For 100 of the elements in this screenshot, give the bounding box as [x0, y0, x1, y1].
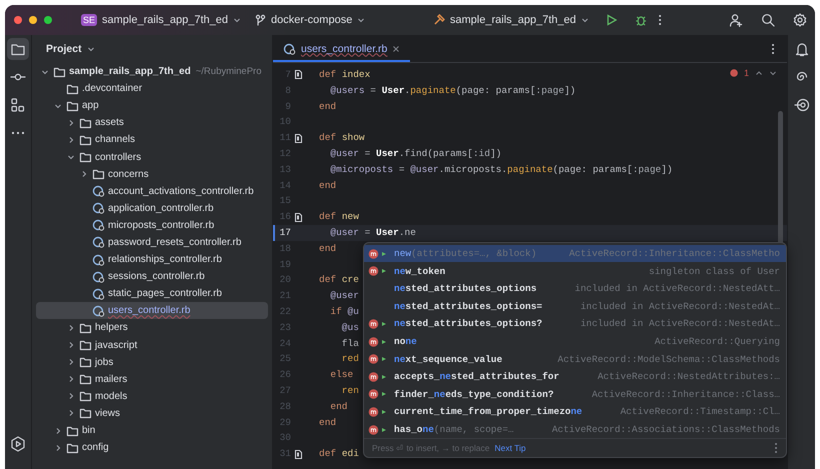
completion-item[interactable]: finder_needs_type_condition? ActiveRecord::Inheritance::Class… [364, 386, 786, 404]
completion-item[interactable]: new(attributes=…, &block) ActiveRecord::Inheritance::ClassMetho [364, 244, 786, 262]
run-icon[interactable] [605, 14, 617, 26]
folder-icon [79, 373, 92, 386]
folder-icon [79, 356, 92, 368]
tree-item[interactable]: .devcontainer [36, 80, 268, 98]
search-icon[interactable] [761, 13, 775, 27]
chevron-down-icon [233, 16, 241, 24]
code-line: def cre [318, 273, 359, 288]
code-line: else [329, 368, 354, 382]
line-number: 17 [273, 224, 291, 241]
chevron-up-icon[interactable] [755, 69, 763, 77]
tree-item[interactable]: channels [36, 131, 268, 148]
type-hint: included in ActiveRecord::NestedAt… [579, 300, 780, 312]
code-line: fla [340, 336, 359, 351]
panel-title[interactable]: Project [46, 43, 95, 55]
code-line: @us [340, 320, 359, 335]
more-icon[interactable] [658, 14, 662, 26]
path-hint: ~/RubyminePro [196, 66, 262, 78]
tree-item[interactable]: bin [36, 422, 268, 440]
problem-count[interactable]: 1 [744, 68, 749, 78]
tree-item[interactable]: sample_rails_app_7th_ed ~/RubyminePro [36, 63, 268, 80]
completion-item[interactable]: current_time_from_proper_timezone ActiveRecord::Timestamp::Cl… [364, 403, 786, 421]
ruby-file-icon [92, 304, 105, 317]
tree-item[interactable]: concerns [36, 166, 268, 183]
folder-icon [66, 424, 79, 437]
tree-item[interactable]: static_pages_controller.rb [36, 285, 268, 302]
tree-item[interactable]: relationships_controller.rb [36, 251, 268, 268]
next-tip-link[interactable]: Next Tip [494, 443, 526, 454]
tree-item[interactable]: assets [36, 114, 268, 132]
hint-text: Press ⏎ to insert, → to replace [372, 443, 490, 454]
code-line: if @u [329, 304, 359, 319]
completion-item[interactable]: new_token singleton class of User [364, 262, 786, 280]
tree-item[interactable]: mailers [36, 370, 268, 388]
ruby-file-icon [92, 185, 105, 198]
chevron-down-icon [357, 16, 366, 24]
code-line: @user = User.find(params[:id]) [329, 146, 502, 161]
add-user-icon[interactable] [729, 13, 743, 27]
chevron-down-icon [581, 16, 589, 24]
minimize-button[interactable] [29, 16, 37, 24]
method-marker-icon[interactable] [294, 448, 302, 460]
code-line: @users = User.paginate(page: params[:page]) [329, 84, 576, 98]
editor-tab[interactable]: users_controller.rb [273, 35, 410, 62]
code-line: def edi [318, 447, 359, 462]
tree-item[interactable]: application_controller.rb [36, 200, 268, 217]
project-selector[interactable]: SE sample_rails_app_7th_ed [76, 11, 246, 29]
branch-selector[interactable]: docker-compose [250, 11, 370, 29]
completion-item[interactable]: nested_attributes_options? included in ActiveRecord::NestedAt… [364, 315, 786, 333]
completion-item[interactable]: nested_attributes_options included in ActiveRecord::NestedAtt… [364, 280, 786, 298]
tree-item[interactable]: config [36, 439, 268, 456]
tree-item[interactable]: app [36, 97, 268, 114]
debug-icon[interactable] [635, 14, 647, 26]
tree-item[interactable]: controllers [36, 148, 268, 166]
ruby-file-icon [92, 219, 105, 232]
type-hint: ActiveRecord::Associations::ClassMethods [550, 424, 780, 436]
method-marker-icon[interactable] [294, 69, 302, 80]
tree-item[interactable]: users_controller.rb [36, 302, 268, 320]
folder-icon [66, 100, 79, 112]
completion-item[interactable]: nested_attributes_options= included in ActiveRecord::NestedAt… [364, 298, 786, 316]
tree-item[interactable]: helpers [36, 319, 268, 336]
tree-item[interactable]: password_resets_controller.rb [36, 234, 268, 252]
close-icon[interactable] [392, 44, 400, 52]
chevron-down-icon[interactable] [769, 69, 777, 77]
folder-icon [79, 134, 92, 146]
method-marker-icon[interactable] [294, 212, 302, 223]
folder-icon [92, 168, 105, 180]
tree-item[interactable]: javascript [36, 336, 268, 354]
completion-item[interactable]: none ActiveRecord::Querying [364, 332, 786, 350]
ruby-file-icon [92, 270, 105, 283]
completion-item[interactable]: has_one(name, scope=… ActiveRecord::Associations::ClassMethods [364, 420, 786, 438]
maximize-button[interactable] [44, 16, 52, 24]
completion-item[interactable]: next_sequence_value ActiveRecord::ModelSchema::ClassMethods [364, 350, 786, 368]
type-hint: singleton class of User [648, 266, 780, 277]
type-hint: included in ActiveRecord::NestedAt… [579, 318, 780, 330]
type-hint: ActiveRecord::NestedAttributes:… [596, 371, 780, 382]
close-button[interactable] [14, 16, 22, 24]
tree-item[interactable]: views [36, 404, 268, 422]
folder-icon [79, 390, 92, 402]
tree-item[interactable]: account_activations_controller.rb [36, 182, 268, 200]
code-line: @user [329, 289, 359, 304]
ruby-file-icon [92, 254, 105, 266]
tree-item[interactable]: sessions_controller.rb [36, 268, 268, 286]
branch-icon [255, 14, 266, 26]
method-marker-icon[interactable] [294, 132, 302, 144]
more-icon[interactable] [771, 42, 775, 54]
code-line: end [329, 400, 348, 414]
tree-item[interactable]: microposts_controller.rb [36, 216, 268, 234]
error-icon[interactable] [730, 69, 738, 77]
tree-item[interactable]: jobs [36, 354, 268, 371]
completion-item[interactable]: accepts_nested_attributes_for ActiveRecord::NestedAttributes:… [364, 368, 786, 386]
run-config-selector[interactable]: sample_rails_app_7th_ed [428, 11, 594, 29]
folder-icon[interactable] [7, 38, 29, 60]
ruby-file-icon [283, 42, 296, 54]
code-line: red [340, 352, 359, 366]
ruby-file-icon [92, 288, 105, 300]
hammer-icon [433, 14, 446, 26]
settings-icon[interactable] [793, 13, 807, 27]
tree-item[interactable]: models [36, 388, 268, 405]
folder-icon [66, 82, 79, 95]
code-line: ren [340, 384, 359, 398]
